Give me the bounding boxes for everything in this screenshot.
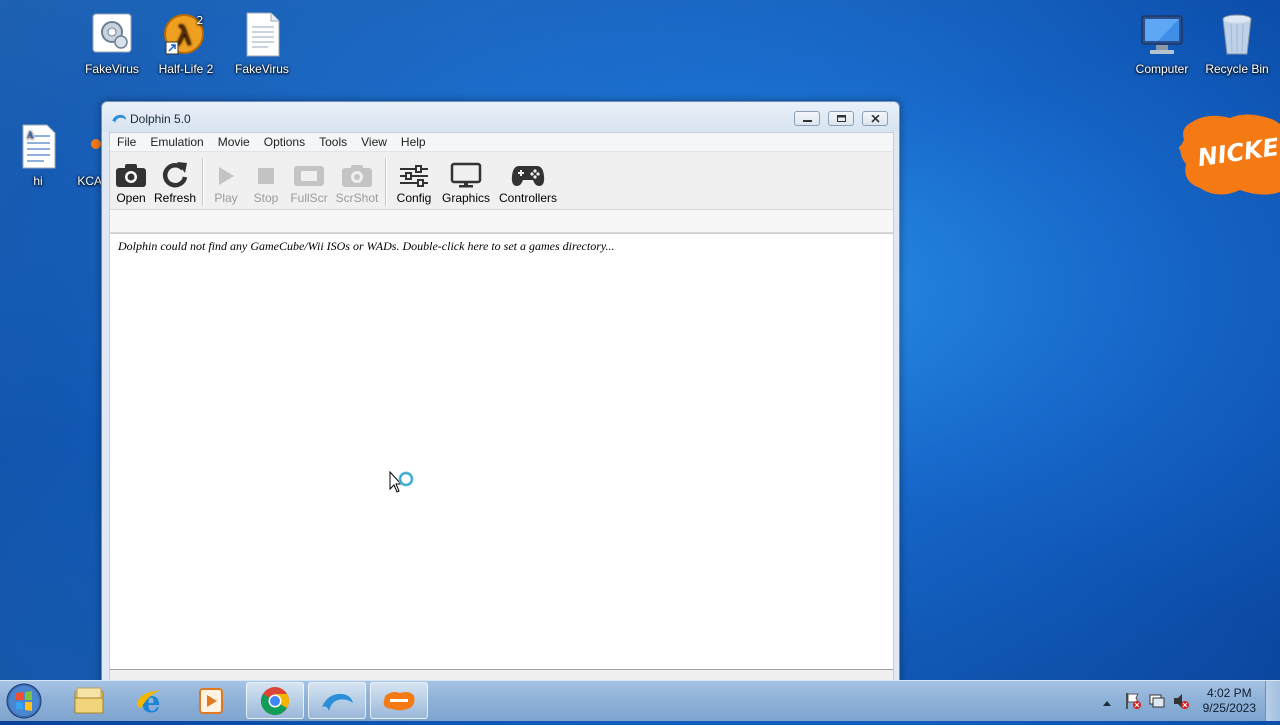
desktop-icon-label: Half-Life 2 — [158, 62, 214, 76]
volume-muted-icon[interactable] — [1172, 692, 1190, 715]
menu-file[interactable]: File — [110, 133, 143, 151]
refresh-icon — [153, 158, 197, 188]
media-player-icon — [199, 687, 223, 714]
text-file-icon — [238, 12, 286, 58]
taskbar-dolphin[interactable] — [308, 682, 366, 719]
dolphin-icon — [322, 693, 353, 711]
taskbar-media-player[interactable] — [182, 682, 240, 719]
stop-button[interactable]: Stop — [250, 158, 282, 205]
chrome-icon — [261, 686, 289, 715]
stop-icon — [250, 158, 282, 188]
empty-games-message[interactable]: Dolphin could not find any GameCube/Wii … — [118, 239, 615, 254]
window-title: Dolphin 5.0 — [130, 112, 191, 126]
desktop-icon-label: Computer — [1135, 62, 1189, 76]
nickelodeon-splat-logo: NICKELO — [1178, 112, 1280, 198]
menu-movie[interactable]: Movie — [211, 133, 257, 151]
window-client-area: File Emulation Movie Options Tools View … — [109, 132, 894, 681]
minimize-button[interactable] — [794, 111, 820, 126]
refresh-button[interactable]: Refresh — [153, 158, 197, 205]
screenshot-icon — [334, 158, 380, 188]
settings-file-icon — [88, 12, 136, 58]
taskbar-chrome[interactable] — [246, 682, 304, 719]
graphics-button[interactable]: Graphics — [440, 158, 492, 205]
network-icon[interactable] — [1148, 692, 1166, 715]
screenshot-button[interactable]: ScrShot — [334, 158, 380, 205]
taskbar: e 4:02 PM 9/25/2023 — [0, 680, 1280, 721]
config-button[interactable]: Config — [392, 158, 436, 205]
toolbar: Open Refresh Play Stop FullScr ScrShot C… — [110, 152, 893, 210]
svg-text:2: 2 — [197, 14, 204, 27]
menu-help[interactable]: Help — [394, 133, 433, 151]
clock-date: 9/25/2023 — [1202, 701, 1256, 715]
desktop-icon-fakevirus-1[interactable]: FakeVirus — [74, 12, 150, 76]
svg-text:λ: λ — [176, 21, 191, 51]
taskbar-internet-explorer[interactable]: e — [122, 682, 180, 719]
clock[interactable]: 4:02 PM 9/25/2023 — [1203, 686, 1256, 716]
desktop-icon-fakevirus-2[interactable]: FakeVirus — [224, 12, 300, 76]
play-button[interactable]: Play — [210, 158, 242, 205]
nickelodeon-icon — [383, 691, 415, 710]
close-button[interactable] — [862, 111, 888, 126]
menu-view[interactable]: View — [354, 133, 394, 151]
menu-options[interactable]: Options — [257, 133, 312, 151]
recycle-bin-icon — [1213, 12, 1261, 58]
game-list-header — [110, 210, 893, 233]
show-hidden-icons-icon[interactable] — [1102, 694, 1112, 712]
svg-text:A: A — [26, 131, 34, 141]
desktop-icon-computer[interactable]: Computer — [1124, 12, 1200, 76]
menu-tools[interactable]: Tools — [312, 133, 354, 151]
desktop-icon-label: FakeVirus — [85, 62, 139, 76]
show-desktop-button[interactable] — [1265, 681, 1280, 721]
controllers-button[interactable]: Controllers — [496, 158, 560, 205]
fullscreen-button[interactable]: FullScr — [288, 158, 330, 205]
open-icon — [113, 158, 149, 188]
menu-bar: File Emulation Movie Options Tools View … — [110, 133, 893, 152]
internet-explorer-icon: e — [137, 686, 161, 716]
fullscreen-icon — [288, 158, 330, 188]
monitor-icon — [440, 158, 492, 188]
maximize-button[interactable] — [828, 111, 854, 126]
taskbar-nickelodeon[interactable] — [370, 682, 428, 719]
action-center-flag-icon[interactable] — [1124, 692, 1142, 715]
start-button[interactable] — [4, 682, 44, 720]
desktop-icon-label: Recycle Bin — [1205, 62, 1269, 76]
desktop-icon-label: KCA — [77, 174, 102, 188]
desktop-icon-recycle-bin[interactable]: Recycle Bin — [1199, 12, 1275, 76]
half-life-2-icon: λ 2 — [162, 12, 210, 58]
window-titlebar[interactable]: Dolphin 5.0 — [102, 102, 899, 132]
clock-time: 4:02 PM — [1206, 686, 1252, 700]
desktop-icon-half-life-2[interactable]: λ 2 Half-Life 2 — [148, 12, 224, 76]
dolphin-icon — [111, 111, 127, 123]
menu-emulation[interactable]: Emulation — [143, 133, 210, 151]
game-list[interactable]: Dolphin could not find any GameCube/Wii … — [110, 233, 893, 670]
dolphin-window[interactable]: Dolphin 5.0 File Emulation Movie Options… — [101, 101, 900, 682]
document-icon: A — [14, 124, 62, 170]
taskbar-file-explorer[interactable] — [60, 682, 118, 719]
config-sliders-icon — [392, 158, 436, 188]
folder-icon — [74, 687, 104, 713]
desktop-icon-label: FakeVirus — [235, 62, 289, 76]
system-tray: 4:02 PM 9/25/2023 — [1090, 681, 1280, 721]
busy-cursor-icon — [389, 470, 417, 499]
toolbar-separator — [385, 158, 387, 206]
open-button[interactable]: Open — [113, 158, 149, 205]
play-icon — [210, 158, 242, 188]
kca-icon — [62, 124, 102, 170]
desktop-icon-kca[interactable]: KCA — [62, 124, 102, 188]
gamepad-icon — [496, 158, 560, 188]
toolbar-separator — [202, 158, 204, 206]
computer-icon — [1138, 12, 1186, 58]
